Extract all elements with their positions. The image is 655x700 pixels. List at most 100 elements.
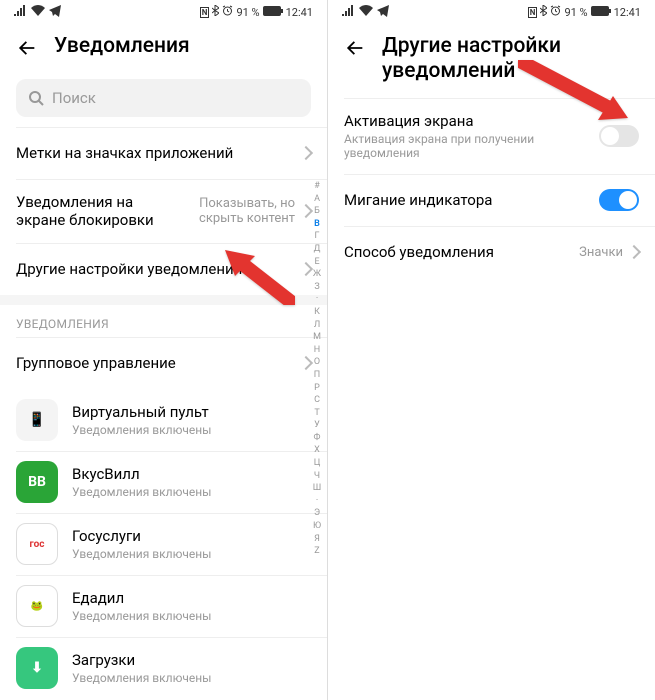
bluetooth-icon xyxy=(540,5,547,19)
search-placeholder: Поиск xyxy=(52,89,96,107)
index-letter[interactable]: Ж xyxy=(311,268,323,281)
row-more-notification-settings[interactable]: Другие настройки уведомлений xyxy=(0,243,327,295)
index-letter[interactable]: Я xyxy=(311,533,323,546)
led-blink-toggle[interactable] xyxy=(599,189,639,211)
bluetooth-icon xyxy=(212,5,219,19)
app-row[interactable]: ⬇ЗагрузкиУведомления включены xyxy=(0,637,327,699)
row-sublabel: Активация экрана при получении уведомлен… xyxy=(344,132,599,160)
telegram-icon xyxy=(377,5,389,20)
row-label: Активация экрана xyxy=(344,112,599,130)
chevron-right-icon xyxy=(299,146,313,160)
index-letter[interactable]: П xyxy=(311,369,323,382)
app-row[interactable]: гос Госуслуги Уведомления включены xyxy=(0,513,327,575)
app-row[interactable]: ВВ ВкусВилл Уведомления включены xyxy=(0,451,327,513)
index-letter[interactable]: Ч xyxy=(311,470,323,483)
app-name: ВкусВилл xyxy=(72,465,311,483)
row-notification-method[interactable]: Способ уведомления Значки xyxy=(328,226,655,278)
status-bar: N 91 % 12:41 xyxy=(328,0,655,24)
row-led-blink[interactable]: Мигание индикатора xyxy=(328,174,655,226)
section-header: УВЕДОМЛЕНИЯ xyxy=(0,305,327,337)
index-letter[interactable]: Д xyxy=(311,243,323,256)
nfc-icon: N xyxy=(528,7,538,18)
app-name: Госуслуги xyxy=(72,527,311,545)
index-letter[interactable]: О xyxy=(311,356,323,369)
battery-percent: 91 % xyxy=(236,6,259,19)
header: Уведомления xyxy=(0,24,327,73)
page-title: Уведомления xyxy=(54,34,190,59)
index-letter[interactable]: # xyxy=(311,180,323,193)
search-input[interactable]: Поиск xyxy=(16,79,311,117)
back-button[interactable] xyxy=(16,37,38,59)
app-sub: Уведомления включены xyxy=(72,423,311,437)
clock: 12:41 xyxy=(614,6,641,19)
index-letter[interactable]: Z xyxy=(311,545,323,558)
wifi-icon xyxy=(31,5,45,19)
index-letter[interactable]: А xyxy=(311,193,323,206)
index-letter[interactable]: Л xyxy=(311,319,323,332)
index-letter[interactable]: В xyxy=(311,218,323,231)
signal-icon xyxy=(14,5,27,19)
row-label: Другие настройки уведомлений xyxy=(16,260,301,278)
index-letter[interactable]: Р xyxy=(311,382,323,395)
index-letter[interactable]: Х xyxy=(311,444,323,457)
row-label: Метки на значках приложений xyxy=(16,144,301,162)
app-icon: 📱 xyxy=(16,399,58,441)
row-value: Показывать, но скрыть контент xyxy=(165,196,295,226)
index-letter[interactable]: У xyxy=(311,419,323,432)
app-sub: Уведомления включены xyxy=(72,485,311,499)
index-letter[interactable]: С xyxy=(311,394,323,407)
index-letter[interactable]: Э xyxy=(311,507,323,520)
row-lockscreen-notifications[interactable]: Уведомления на экране блокировки Показыв… xyxy=(0,179,327,243)
row-value: Значки xyxy=(579,245,623,260)
battery-percent: 91 % xyxy=(564,6,587,19)
app-sub: Уведомления включены xyxy=(72,609,311,623)
app-sub: Уведомления включены xyxy=(72,671,311,685)
app-name: Едадил xyxy=(72,589,311,607)
app-sub: Уведомления включены xyxy=(72,547,311,561)
signal-icon xyxy=(342,5,355,19)
index-letter[interactable]: М xyxy=(311,331,323,344)
app-icon: гос xyxy=(16,523,58,565)
status-bar: N 91 % 12:41 xyxy=(0,0,327,24)
telegram-icon xyxy=(49,5,61,20)
app-icon: ВВ xyxy=(16,461,58,503)
app-icon: ⬇ xyxy=(16,647,58,689)
chevron-right-icon xyxy=(627,245,641,259)
alarm-icon xyxy=(550,5,561,19)
app-row[interactable]: 🐸 Едадил Уведомления включены xyxy=(0,575,327,637)
alphabet-index[interactable]: #АБВГДЕЖЗ·КЛМНОПРСТУФХЦЧШ·ЭЮЯZ xyxy=(311,180,323,558)
index-letter[interactable]: Ц xyxy=(311,457,323,470)
row-label: Способ уведомления xyxy=(344,243,579,261)
row-group-management[interactable]: Групповое управление xyxy=(0,337,327,389)
index-letter[interactable]: З xyxy=(311,281,323,294)
index-letter[interactable]: Н xyxy=(311,344,323,357)
index-letter[interactable]: Е xyxy=(311,256,323,269)
screen-notifications: N 91 % 12:41 Уведомления Поиск Метки на … xyxy=(0,0,327,700)
alarm-icon xyxy=(222,5,233,19)
row-label: Мигание индикатора xyxy=(344,191,599,209)
index-letter[interactable]: Б xyxy=(311,205,323,218)
clock: 12:41 xyxy=(286,6,313,19)
index-letter[interactable]: К xyxy=(311,306,323,319)
app-icon: 🐸 xyxy=(16,585,58,627)
index-letter[interactable]: Ю xyxy=(311,520,323,533)
header: Другие настройки уведомлений xyxy=(328,24,655,98)
wake-screen-toggle[interactable] xyxy=(599,125,639,147)
back-button[interactable] xyxy=(344,37,366,59)
index-letter[interactable]: Ф xyxy=(311,432,323,445)
nfc-icon: N xyxy=(200,7,210,18)
battery-icon xyxy=(263,6,283,19)
row-label: Уведомления на экране блокировки xyxy=(16,193,165,229)
app-list: 📱Виртуальный пультУведомления включеныВВ… xyxy=(0,389,327,699)
wifi-icon xyxy=(359,5,373,19)
row-app-badges[interactable]: Метки на значках приложений xyxy=(0,127,327,179)
app-row[interactable]: 📱Виртуальный пультУведомления включены xyxy=(0,389,327,451)
screen-more-notification-settings: N 91 % 12:41 Другие настройки уведомлени… xyxy=(328,0,655,700)
index-letter[interactable]: Т xyxy=(311,407,323,420)
row-wake-screen[interactable]: Активация экрана Активация экрана при по… xyxy=(328,98,655,174)
index-letter[interactable]: · xyxy=(311,495,323,508)
index-letter[interactable]: Г xyxy=(311,230,323,243)
index-letter[interactable]: · xyxy=(311,293,323,306)
index-letter[interactable]: Ш xyxy=(311,482,323,495)
search-icon xyxy=(28,90,44,106)
